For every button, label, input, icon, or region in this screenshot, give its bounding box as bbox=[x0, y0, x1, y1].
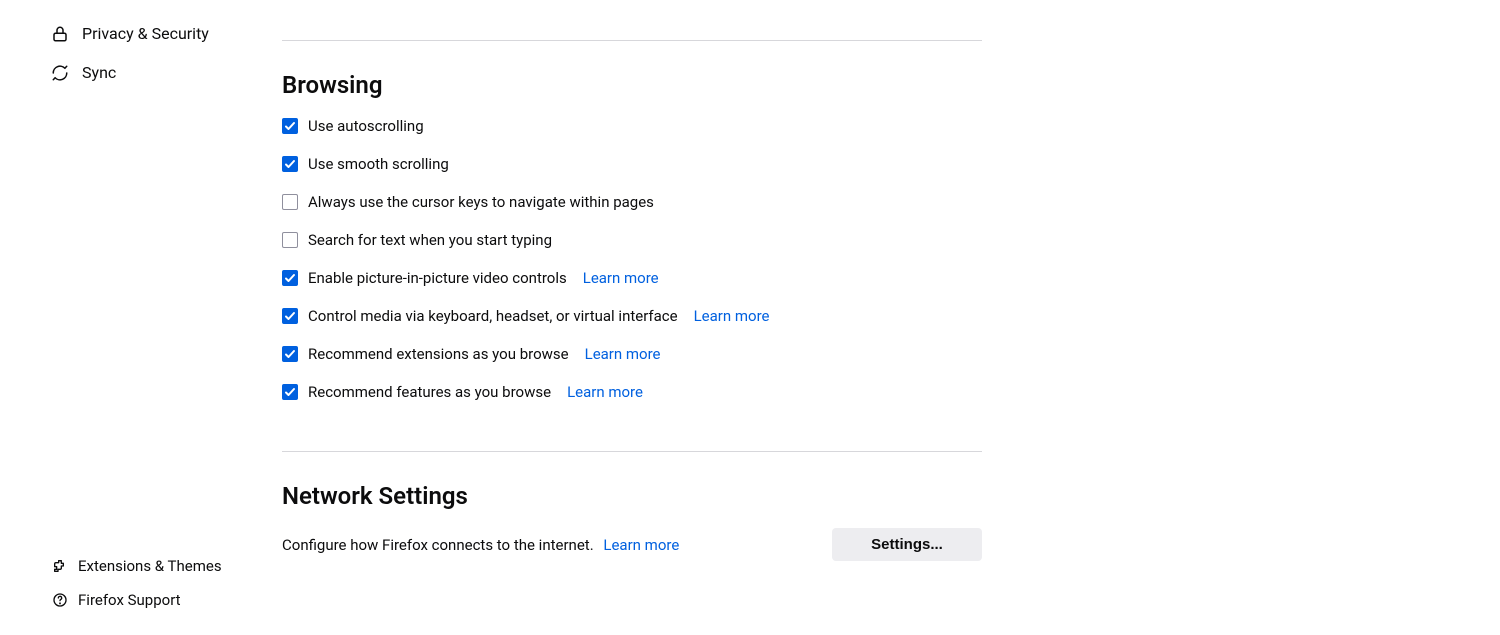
checkbox-label: Use smooth scrolling bbox=[308, 155, 449, 173]
checkbox-label: Search for text when you start typing bbox=[308, 231, 552, 249]
learn-more-link[interactable]: Learn more bbox=[583, 269, 659, 287]
network-description: Configure how Firefox connects to the in… bbox=[282, 536, 679, 554]
network-row: Configure how Firefox connects to the in… bbox=[282, 528, 982, 561]
checkbox-row-rec-feat: Recommend features as you browse Learn mo… bbox=[282, 383, 982, 401]
checkbox-rec-ext[interactable] bbox=[282, 346, 298, 362]
checkbox-row-pip: Enable picture-in-picture video controls… bbox=[282, 269, 982, 287]
divider bbox=[282, 40, 982, 41]
checkbox-row-rec-ext: Recommend extensions as you browse Learn … bbox=[282, 345, 982, 363]
sidebar-item-label: Firefox Support bbox=[78, 591, 181, 609]
puzzle-icon bbox=[50, 556, 70, 576]
sidebar-item-extensions[interactable]: Extensions & Themes bbox=[0, 549, 260, 583]
checkbox-label: Use autoscrolling bbox=[308, 117, 424, 135]
network-heading: Network Settings bbox=[282, 482, 982, 510]
checkbox-label: Always use the cursor keys to navigate w… bbox=[308, 193, 654, 211]
divider bbox=[282, 451, 982, 452]
checkbox-smooth[interactable] bbox=[282, 156, 298, 172]
browsing-options: Use autoscrolling Use smooth scrolling Alw… bbox=[282, 117, 982, 401]
checkbox-label: Control media via keyboard, headset, or … bbox=[308, 307, 678, 325]
sidebar-item-label: Privacy & Security bbox=[82, 24, 209, 43]
checkbox-row-search-type: Search for text when you start typing bbox=[282, 231, 982, 249]
checkbox-rec-feat[interactable] bbox=[282, 384, 298, 400]
learn-more-link[interactable]: Learn more bbox=[567, 383, 643, 401]
sidebar-item-label: Sync bbox=[82, 63, 116, 82]
checkbox-label: Recommend extensions as you browse bbox=[308, 345, 569, 363]
checkbox-row-cursor-keys: Always use the cursor keys to navigate w… bbox=[282, 193, 982, 211]
checkbox-row-autoscroll: Use autoscrolling bbox=[282, 117, 982, 135]
network-learn-more-link[interactable]: Learn more bbox=[603, 536, 679, 554]
lock-icon bbox=[50, 24, 70, 44]
checkbox-cursor-keys[interactable] bbox=[282, 194, 298, 210]
checkbox-label: Enable picture-in-picture video controls bbox=[308, 269, 567, 287]
checkbox-label: Recommend features as you browse bbox=[308, 383, 551, 401]
learn-more-link[interactable]: Learn more bbox=[694, 307, 770, 325]
sidebar-item-privacy[interactable]: Privacy & Security bbox=[0, 14, 260, 53]
sidebar-bottom: Extensions & Themes Firefox Support bbox=[0, 549, 260, 617]
checkbox-row-media-keys: Control media via keyboard, headset, or … bbox=[282, 307, 982, 325]
sidebar-item-support[interactable]: Firefox Support bbox=[0, 583, 260, 617]
checkbox-search-type[interactable] bbox=[282, 232, 298, 248]
sync-icon bbox=[50, 63, 70, 83]
checkbox-row-smooth: Use smooth scrolling bbox=[282, 155, 982, 173]
learn-more-link[interactable]: Learn more bbox=[585, 345, 661, 363]
network-description-text: Configure how Firefox connects to the in… bbox=[282, 536, 594, 554]
content: Browsing Use autoscrolling Use smooth scr… bbox=[282, 0, 982, 561]
checkbox-media-keys[interactable] bbox=[282, 308, 298, 324]
sidebar: Privacy & Security Sync Extensions & The… bbox=[0, 0, 260, 635]
browsing-heading: Browsing bbox=[282, 71, 982, 99]
help-icon bbox=[50, 590, 70, 610]
checkbox-autoscroll[interactable] bbox=[282, 118, 298, 134]
sidebar-item-label: Extensions & Themes bbox=[78, 557, 222, 575]
checkbox-pip[interactable] bbox=[282, 270, 298, 286]
network-settings-button[interactable]: Settings... bbox=[832, 528, 982, 561]
sidebar-item-sync[interactable]: Sync bbox=[0, 53, 260, 92]
